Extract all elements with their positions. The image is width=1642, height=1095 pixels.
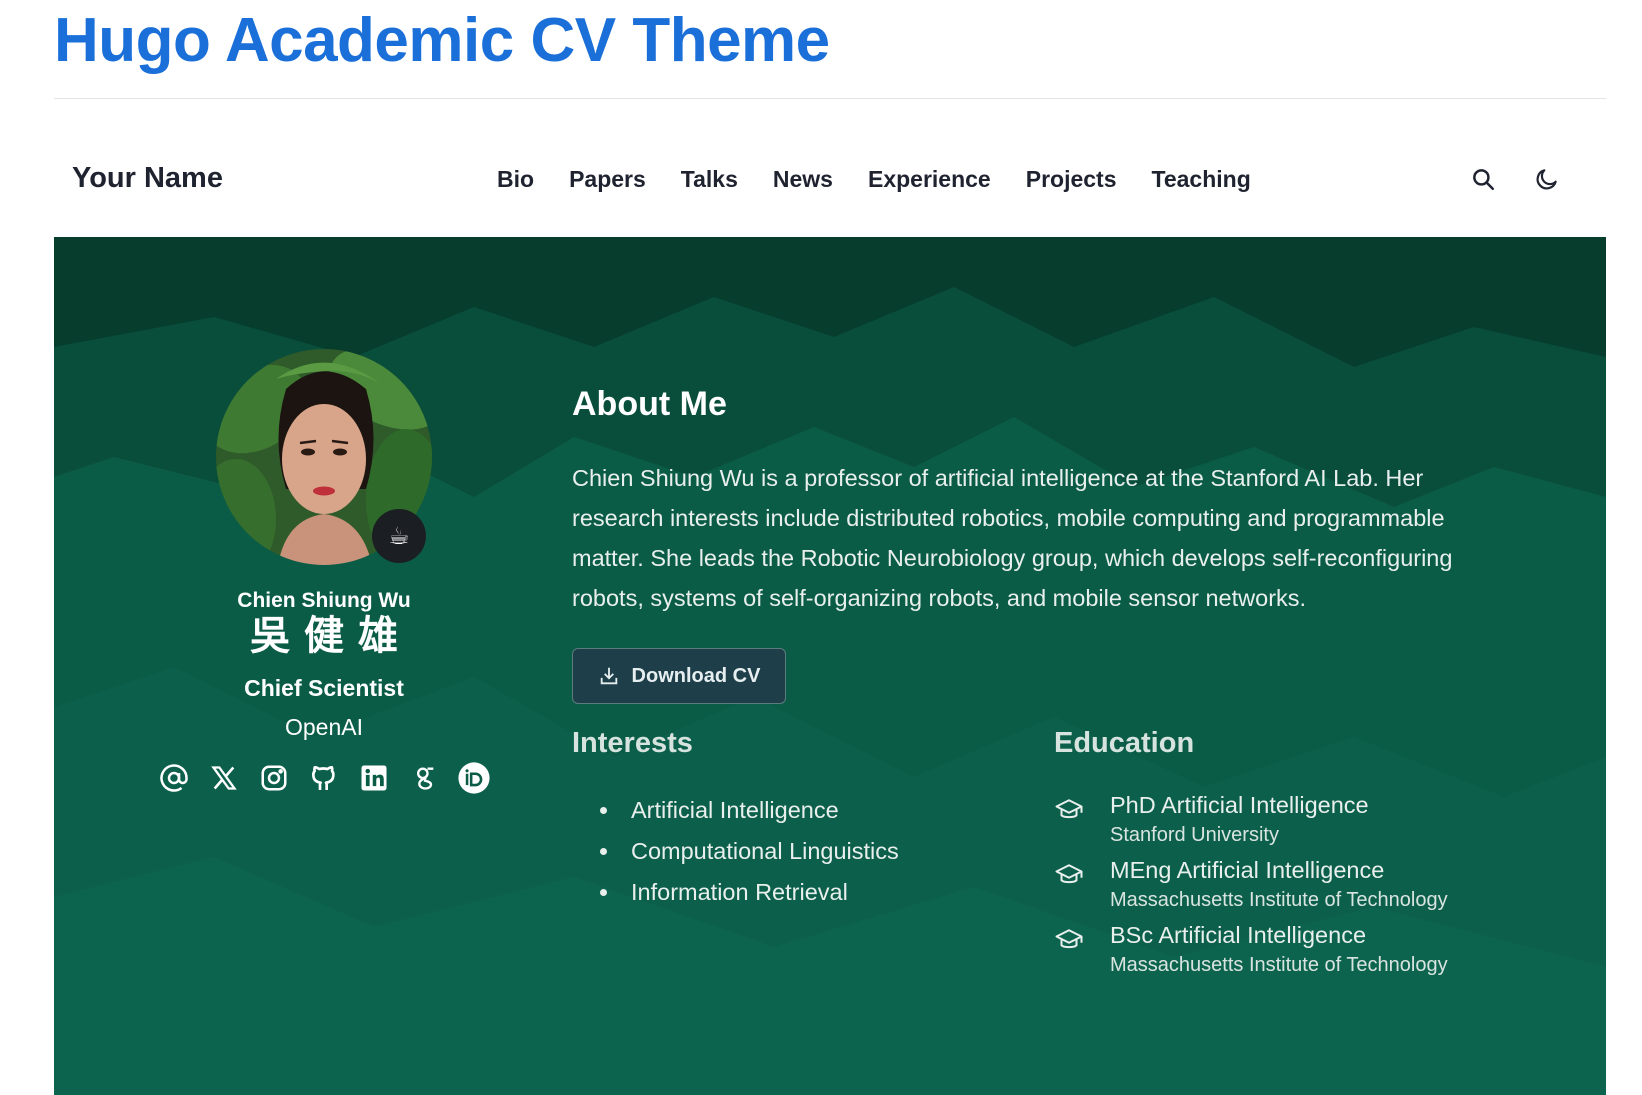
instagram-link[interactable]	[257, 761, 291, 795]
linkedin-link[interactable]	[357, 761, 391, 795]
profile-role: Chief Scientist	[244, 675, 404, 701]
theme-toggle-button[interactable]	[1530, 162, 1564, 196]
degree-title: PhD Artificial Intelligence	[1110, 792, 1369, 818]
download-icon	[600, 667, 617, 685]
instagram-icon	[261, 765, 287, 791]
graduation-cap-icon	[1055, 929, 1083, 949]
search-button[interactable]	[1466, 162, 1500, 196]
email-link[interactable]	[157, 761, 191, 795]
list-item: BSc Artificial Intelligence Massachusett…	[1054, 920, 1574, 985]
github-icon	[312, 765, 335, 790]
page-title: Hugo Academic CV Theme	[54, 6, 830, 75]
about-heading: About Me	[572, 385, 727, 423]
list-item: MEng Artificial Intelligence Massachuset…	[1054, 855, 1574, 920]
profile-name: Chien Shiung Wu	[237, 589, 411, 612]
interest-label: Artificial Intelligence	[631, 797, 839, 823]
nav-link-papers[interactable]: Papers	[569, 166, 646, 193]
degree-title: MEng Artificial Intelligence	[1110, 857, 1385, 883]
search-icon	[1473, 169, 1494, 190]
interests-section: Interests Artificial Intelligence Comput…	[572, 727, 1012, 913]
degree-title: BSc Artificial Intelligence	[1110, 922, 1367, 948]
nav-link-teaching[interactable]: Teaching	[1152, 166, 1251, 193]
nav-link-talks[interactable]: Talks	[681, 166, 738, 193]
bullet-icon	[600, 889, 607, 896]
navbar: Your Name Bio Papers Talks News Experien…	[54, 152, 1606, 216]
list-item: Artificial Intelligence	[572, 790, 1012, 831]
bullet-icon	[600, 848, 607, 855]
nav-tools	[1466, 162, 1564, 196]
nav-link-news[interactable]: News	[773, 166, 833, 193]
google-scholar-icon	[417, 767, 434, 790]
profile-name-chinese: 吳健雄	[250, 614, 412, 658]
brand-link[interactable]: Your Name	[72, 162, 223, 195]
avatar-wrap: ☕	[216, 349, 432, 565]
education-section: Education PhD Artificial Intelligence St…	[1054, 727, 1574, 985]
education-list: PhD Artificial Intelligence Stanford Uni…	[1054, 790, 1574, 985]
x-link[interactable]	[207, 761, 241, 795]
profile-card: ☕ Chien Shiung Wu 吳健雄 Chief Scientist Op…	[154, 349, 494, 795]
about-section: About Me Chien Shiung Wu is a professor …	[572, 385, 1502, 704]
school-name: Massachusetts Institute of Technology	[1110, 954, 1448, 976]
interest-label: Computational Linguistics	[631, 838, 899, 864]
graduation-cap-icon	[1055, 799, 1083, 819]
x-icon	[211, 766, 237, 790]
email-icon	[160, 764, 188, 792]
nav-links: Bio Papers Talks News Experience Project…	[497, 166, 1286, 193]
title-divider	[54, 98, 1606, 99]
orcid-link[interactable]	[457, 761, 491, 795]
nav-link-projects[interactable]: Projects	[1026, 166, 1117, 193]
list-item: PhD Artificial Intelligence Stanford Uni…	[1054, 790, 1574, 855]
nav-link-experience[interactable]: Experience	[868, 166, 991, 193]
school-name: Stanford University	[1110, 824, 1279, 846]
interest-label: Information Retrieval	[631, 879, 848, 905]
list-item: Information Retrieval	[572, 872, 1012, 913]
download-cv-label: Download CV	[631, 664, 761, 687]
orcid-icon	[458, 762, 490, 794]
nav-link-bio[interactable]: Bio	[497, 166, 534, 193]
profile-organization: OpenAI	[285, 714, 363, 740]
moon-icon	[1536, 169, 1557, 190]
download-cv-button[interactable]: Download CV	[572, 648, 786, 704]
graduation-cap-icon	[1055, 864, 1083, 884]
bio-text: Chien Shiung Wu is a professor of artifi…	[572, 465, 1453, 611]
school-name: Massachusetts Institute of Technology	[1110, 889, 1448, 911]
bullet-icon	[600, 807, 607, 814]
linkedin-icon	[361, 765, 387, 791]
list-item: Computational Linguistics	[572, 831, 1012, 872]
github-link[interactable]	[307, 761, 341, 795]
education-heading: Education	[1054, 727, 1195, 759]
social-links	[154, 761, 494, 795]
hero-section: ☕ Chien Shiung Wu 吳健雄 Chief Scientist Op…	[54, 237, 1606, 1095]
interests-list: Artificial Intelligence Computational Li…	[572, 790, 1012, 913]
google-scholar-link[interactable]	[407, 761, 441, 795]
interests-heading: Interests	[572, 727, 693, 759]
status-emoji-badge: ☕	[372, 509, 426, 563]
